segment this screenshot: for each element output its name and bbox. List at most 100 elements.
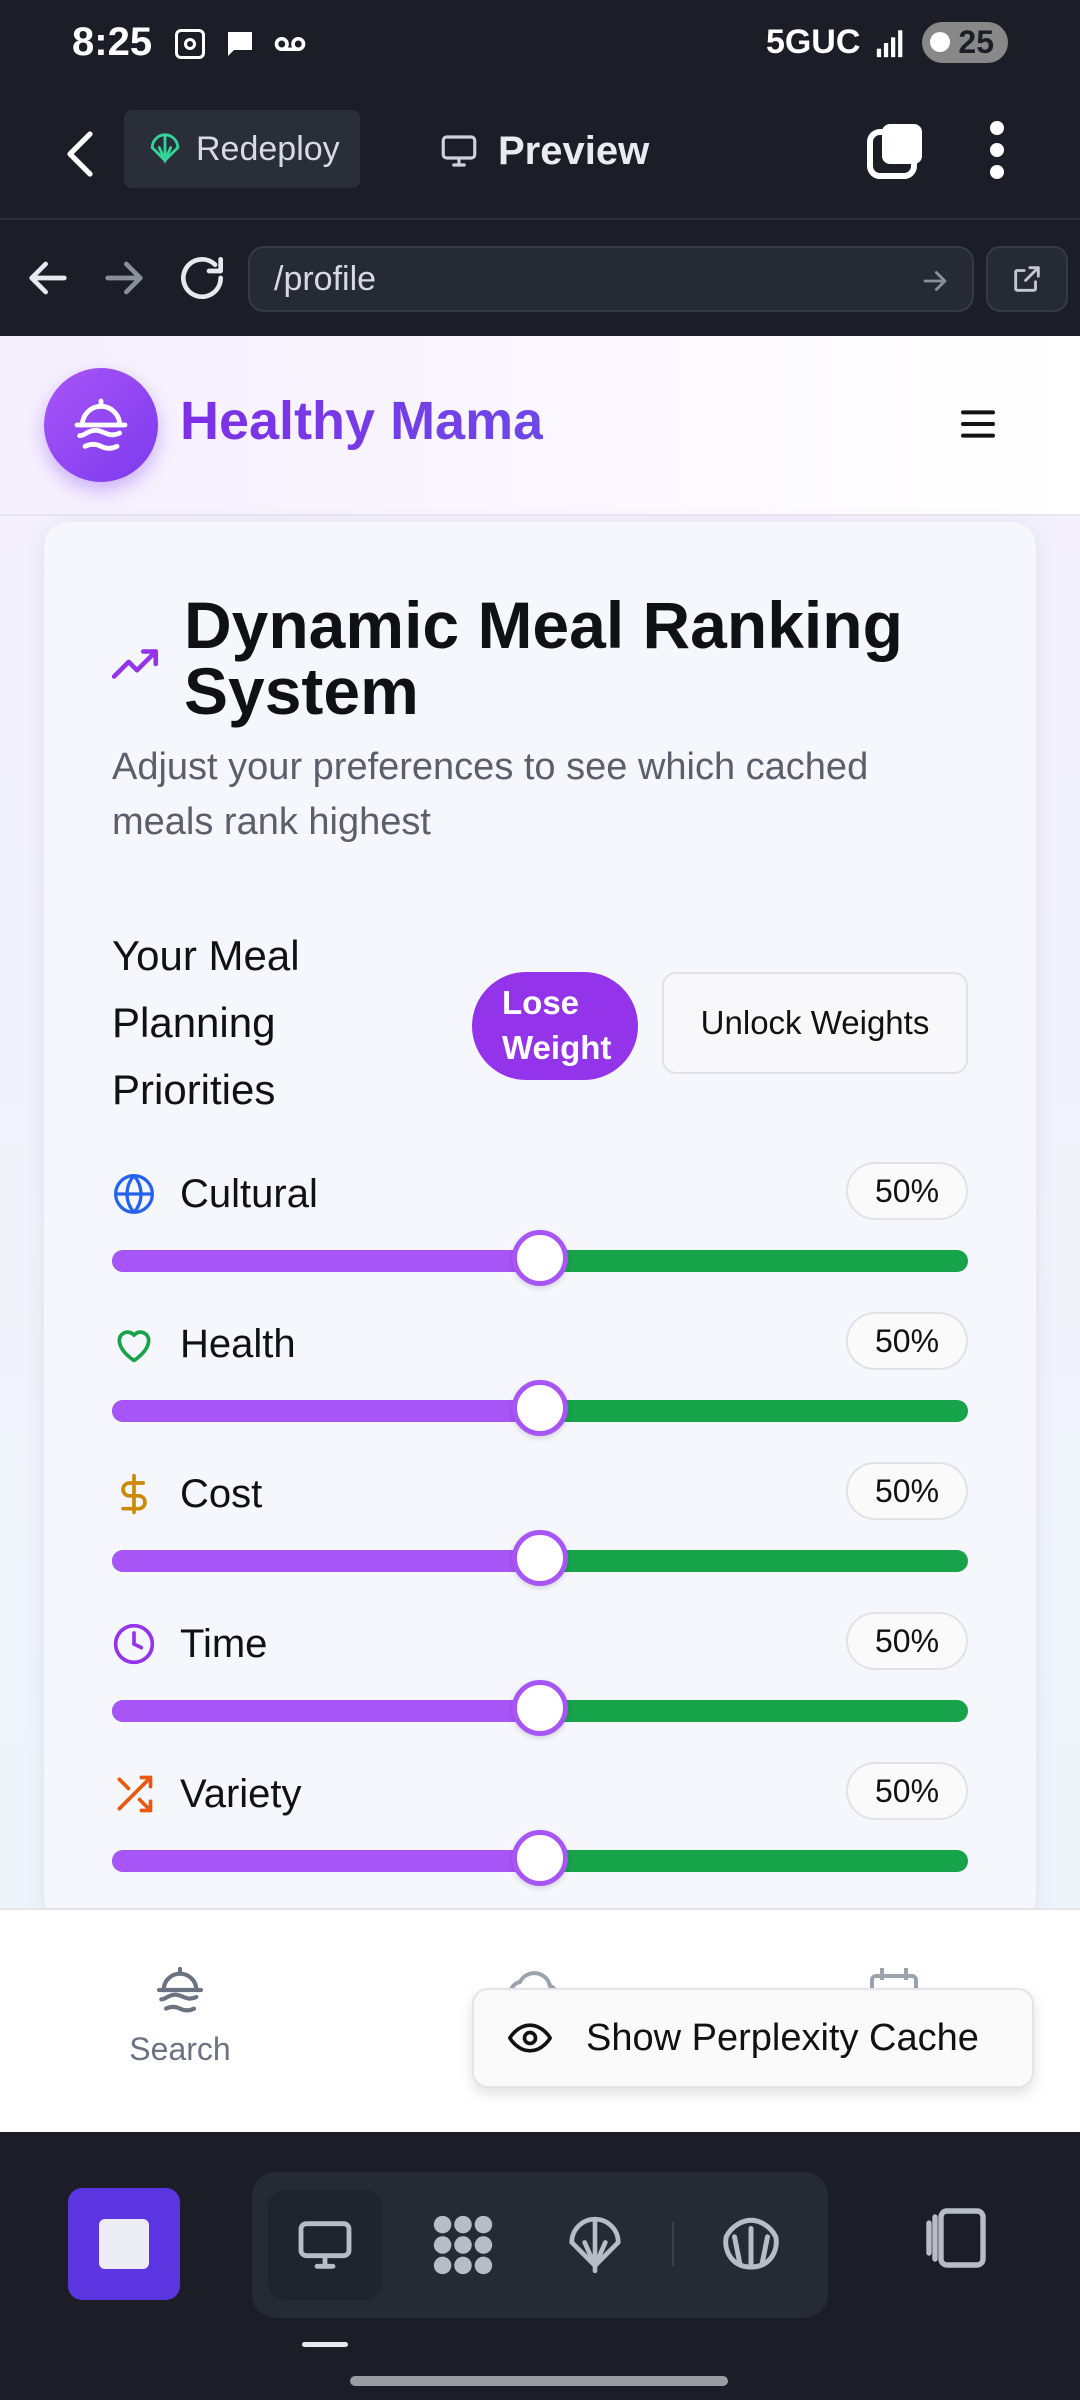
network-indicator: 5GUC: [765, 23, 861, 61]
status-bar: 8:25 5GUC 25: [0, 0, 1080, 90]
open-external-button[interactable]: [986, 246, 1068, 312]
slider-percent-badge: 50%: [846, 1462, 968, 1520]
stop-button[interactable]: [68, 2188, 180, 2300]
voicemail-icon: [274, 36, 306, 52]
bottom-dock: [0, 2132, 1080, 2400]
slider-fill: [112, 1400, 540, 1422]
dock-deploy[interactable]: [538, 2190, 652, 2300]
slider-fill: [112, 1550, 540, 1572]
clock-icon: [112, 1622, 156, 1666]
slider-label: Variety: [180, 1772, 302, 1816]
food-bowl-icon: [74, 398, 128, 451]
slider-cost: Cost 50%: [112, 1462, 968, 1592]
url-text: /profile: [274, 260, 377, 298]
nodes-icon: [433, 2215, 493, 2275]
slider-label: Time: [180, 1622, 268, 1666]
slider-fill: [112, 1250, 540, 1272]
slider-thumb[interactable]: [512, 1230, 568, 1286]
dock-nodes[interactable]: [406, 2190, 520, 2300]
slider-variety: Variety 50%: [112, 1762, 968, 1892]
site-bottom-nav: Search Show Perplexity Cache: [0, 1908, 1080, 2132]
slider-percent-badge: 50%: [846, 1762, 968, 1820]
cache-button-label: Show Perplexity Cache: [586, 2016, 979, 2059]
slider-track[interactable]: [112, 1830, 968, 1886]
food-bowl-icon: [156, 1966, 204, 2013]
slider-thumb[interactable]: [512, 1530, 568, 1586]
status-notification-icons: [172, 26, 308, 62]
slider-percent-badge: 50%: [846, 1162, 968, 1220]
monitor-icon: [441, 135, 477, 167]
stop-icon: [99, 2219, 149, 2269]
dock-preview[interactable]: [268, 2190, 382, 2300]
slider-percent-badge: 50%: [846, 1312, 968, 1370]
slider-track[interactable]: [112, 1680, 968, 1736]
site-header: Healthy Mama: [0, 336, 1080, 516]
message-icon: [228, 32, 252, 56]
go-arrow-icon[interactable]: [918, 264, 952, 298]
slider-percent-badge: 50%: [846, 1612, 968, 1670]
slider-thumb[interactable]: [512, 1830, 568, 1886]
dock-shell[interactable]: [694, 2190, 808, 2300]
dollar-icon: [112, 1472, 156, 1516]
slider-label: Health: [180, 1322, 296, 1366]
redeploy-label: Redeploy: [196, 129, 340, 168]
status-right: 5GUC 25: [766, 22, 1008, 63]
external-link-icon: [1014, 266, 1040, 292]
show-perplexity-cache-button[interactable]: Show Perplexity Cache: [472, 1988, 1034, 2088]
nav-search[interactable]: Search: [118, 1962, 242, 2068]
slider-label: Cultural: [180, 1172, 318, 1216]
back-chevron-icon[interactable]: [58, 126, 106, 182]
globe-icon: [112, 1172, 156, 1216]
unlock-weights-button[interactable]: Unlock Weights: [662, 972, 968, 1074]
trending-up-icon: [112, 649, 159, 679]
home-indicator[interactable]: [350, 2376, 728, 2386]
slider-track[interactable]: [112, 1230, 968, 1286]
reload-icon[interactable]: [174, 250, 230, 306]
tabs-icon[interactable]: [866, 120, 926, 180]
slider-time: Time 50%: [112, 1612, 968, 1742]
slider-track[interactable]: [112, 1530, 968, 1586]
shell-icon: [723, 2217, 779, 2270]
url-bar: /profile: [0, 220, 1080, 336]
browser-back-icon[interactable]: [20, 250, 76, 306]
app-toolbar: Redeploy Preview: [0, 90, 1080, 220]
preview-button[interactable]: Preview: [438, 116, 649, 186]
dock-group: [252, 2172, 828, 2318]
nav-search-label: Search: [129, 2031, 231, 2067]
parachute-icon: [569, 2216, 621, 2274]
redeploy-button[interactable]: Redeploy: [124, 110, 360, 188]
slider-fill: [112, 1850, 540, 1872]
browser-forward-icon[interactable]: [96, 250, 152, 306]
meal-ranking-card: Dynamic Meal Ranking System Adjust your …: [44, 522, 1036, 1922]
slider-track[interactable]: [112, 1380, 968, 1436]
logo[interactable]: [44, 368, 158, 482]
slider-health: Health 50%: [112, 1312, 968, 1442]
slider-cultural: Cultural 50%: [112, 1162, 968, 1292]
preview-label: Preview: [498, 128, 650, 173]
shuffle-icon: [112, 1772, 156, 1816]
battery-indicator: 25: [922, 22, 1008, 63]
eye-icon: [508, 2023, 552, 2053]
dock-separator: [672, 2222, 674, 2266]
menu-icon[interactable]: [958, 404, 998, 444]
brand-name[interactable]: Healthy Mama: [180, 390, 543, 452]
screenshot-icon: [175, 29, 205, 59]
side-panel-icon[interactable]: [920, 2202, 992, 2274]
signal-icon: [877, 29, 903, 57]
more-options-icon[interactable]: [982, 120, 1012, 180]
web-content: Healthy Mama Dynamic Meal Ranking System…: [0, 336, 1080, 2132]
lose-weight-button[interactable]: Lose Weight: [472, 972, 638, 1080]
slider-thumb[interactable]: [512, 1380, 568, 1436]
parachute-icon: [150, 133, 180, 164]
slider-thumb[interactable]: [512, 1680, 568, 1736]
card-subtitle: Adjust your preferences to see which cac…: [112, 746, 869, 843]
url-input[interactable]: /profile: [248, 246, 974, 312]
slider-label: Cost: [180, 1472, 263, 1516]
priorities-title: Your Meal Planning Priorities: [112, 932, 300, 1113]
slider-fill: [112, 1700, 540, 1722]
active-indicator: [302, 2342, 348, 2347]
monitor-icon: [298, 2221, 352, 2269]
heart-icon: [112, 1322, 156, 1366]
card-title: Dynamic Meal Ranking System: [184, 588, 903, 728]
status-time: 8:25: [72, 20, 153, 64]
